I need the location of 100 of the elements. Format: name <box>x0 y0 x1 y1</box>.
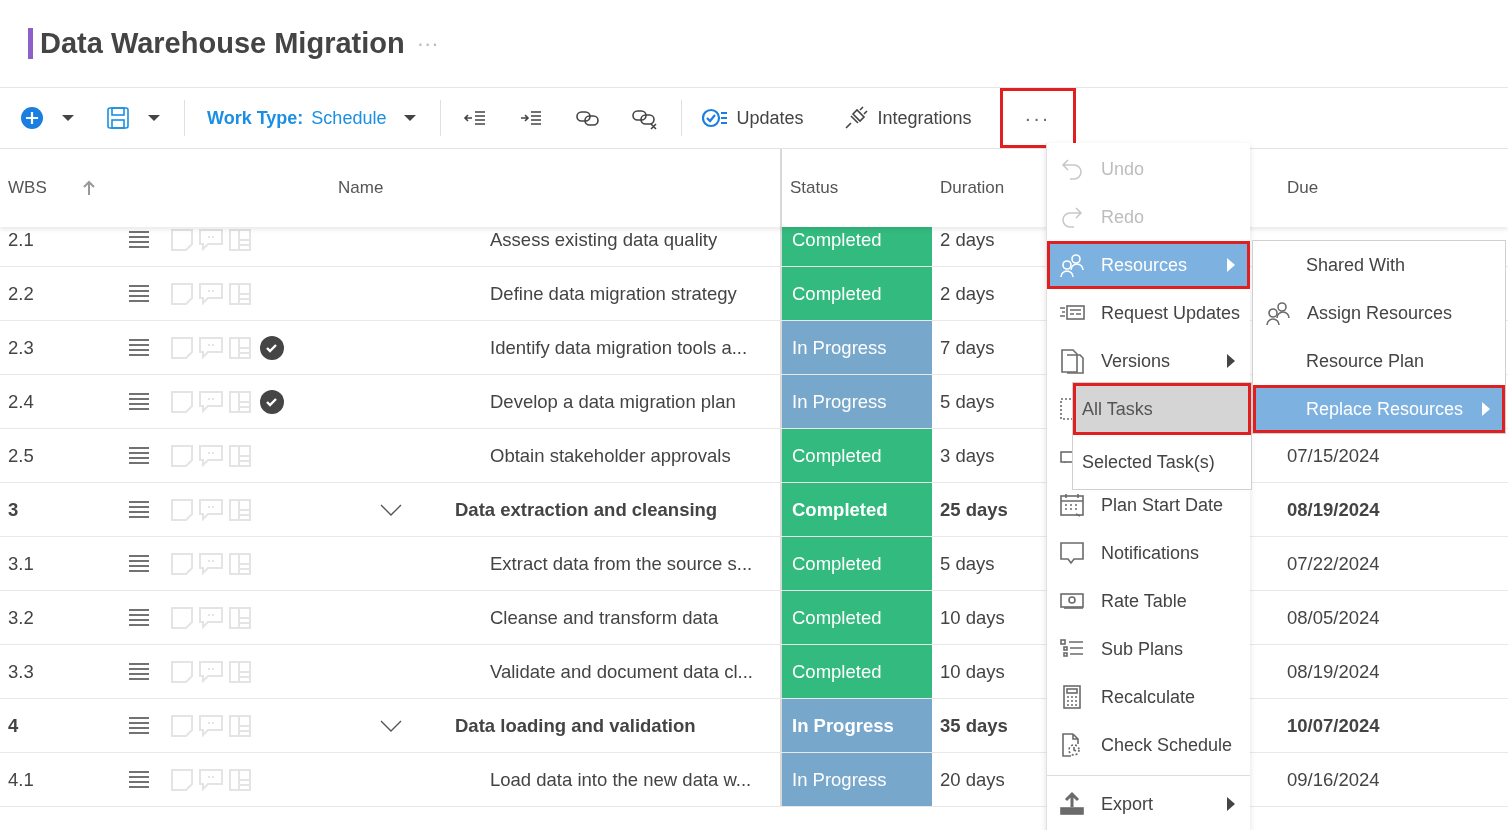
plug-icon <box>843 105 870 131</box>
note-icon <box>170 551 194 576</box>
note-icon <box>170 497 194 522</box>
drag-handle-icon <box>128 661 150 682</box>
menu-item[interactable]: Check Schedule <box>1047 721 1250 769</box>
status-cell: Completed <box>782 267 932 320</box>
duration-text: 2 days <box>940 281 995 306</box>
menu-item[interactable]: Sub Plans <box>1047 625 1250 673</box>
duration-text: 10 days <box>940 659 1005 684</box>
layout-icon <box>228 767 252 792</box>
menu-item[interactable]: Recalculate <box>1047 673 1250 721</box>
dotted-box-icon <box>1060 398 1072 420</box>
redo-icon <box>1059 204 1085 230</box>
duration-text: 10 days <box>940 605 1005 630</box>
task-name: Assess existing data quality <box>490 227 718 252</box>
duration-text: 7 days <box>940 335 995 360</box>
wbs-number: 3 <box>8 497 19 522</box>
status-cell: In Progress <box>782 375 932 428</box>
speech-bubble-icon <box>1059 540 1085 566</box>
note-icon <box>170 281 194 306</box>
menu-item[interactable]: Rate Table <box>1047 577 1250 625</box>
people-icon <box>1265 300 1291 326</box>
duration-text: 5 days <box>940 389 995 414</box>
wbs-number: 4 <box>8 713 19 738</box>
more-button[interactable]: ··· <box>999 88 1076 148</box>
comment-icon <box>198 335 224 360</box>
status-cell: Completed <box>782 429 932 482</box>
duration-text: 2 days <box>940 227 995 252</box>
drag-handle-icon <box>128 715 150 736</box>
due-date: 07/15/2024 <box>1287 443 1380 468</box>
duration-text: 5 days <box>940 551 995 576</box>
wbs-number: 2.4 <box>8 389 34 414</box>
task-name: Extract data from the source s... <box>490 551 753 576</box>
updates-button[interactable]: Updates <box>702 104 804 132</box>
wbs-number: 2.5 <box>8 443 34 468</box>
save-button[interactable] <box>106 106 130 130</box>
column-header: Due <box>1287 177 1319 200</box>
menu-item[interactable]: Versions <box>1047 337 1250 385</box>
comment-icon <box>198 497 224 522</box>
upload-icon <box>1059 791 1085 817</box>
task-name: Data extraction and cleansing <box>455 497 718 522</box>
status-cell: In Progress <box>782 321 932 374</box>
due-date: 08/19/2024 <box>1287 497 1380 522</box>
submenu-arrow-icon <box>1226 353 1236 369</box>
wbs-number: 3.2 <box>8 605 34 630</box>
task-name: Cleanse and transform data <box>490 605 719 630</box>
layout-icon <box>228 497 252 522</box>
task-name: Identify data migration tools a... <box>490 335 748 360</box>
add-button[interactable] <box>20 106 44 130</box>
note-icon <box>170 335 194 360</box>
note-icon <box>170 713 194 738</box>
note-icon <box>170 659 194 684</box>
submenu-arrow-icon <box>1226 257 1236 273</box>
task-name: Develop a data migration plan <box>490 389 736 414</box>
layout-icon <box>228 443 252 468</box>
wbs-number: 2.2 <box>8 281 34 306</box>
status-cell: Completed <box>782 645 932 698</box>
submenu-arrow-icon <box>1226 796 1236 812</box>
duration-text: 35 days <box>940 713 1008 738</box>
layout-icon <box>228 551 252 576</box>
drag-handle-icon <box>128 499 150 520</box>
status-cell: Completed <box>782 591 932 644</box>
note-icon <box>170 389 194 414</box>
comment-icon <box>198 443 224 468</box>
menu-item[interactable]: Request Updates <box>1047 289 1250 337</box>
menu-item[interactable]: Export <box>1047 780 1250 828</box>
comment-icon <box>198 605 224 630</box>
comment-icon <box>198 227 224 252</box>
save-icon <box>106 106 130 130</box>
task-name: Obtain stakeholder approvals <box>490 443 731 468</box>
submenu-item[interactable]: All Tasks <box>1073 383 1251 435</box>
drag-handle-icon <box>128 553 150 574</box>
layout-icon <box>228 659 252 684</box>
due-date: 09/16/2024 <box>1287 767 1380 792</box>
column-header: WBS <box>8 177 47 200</box>
comment-icon <box>198 767 224 792</box>
status-cell: In Progress <box>782 699 932 752</box>
calendar-icon <box>1059 492 1085 518</box>
checklist-icon <box>702 107 729 129</box>
column-header: Duration <box>940 177 1005 200</box>
page-title: Data Warehouse Migration <box>28 27 405 60</box>
layout-icon <box>228 335 252 360</box>
status-cell: Completed <box>782 537 932 590</box>
due-date: 10/07/2024 <box>1287 713 1380 738</box>
column-header: Status <box>790 177 839 200</box>
drag-handle-icon <box>128 391 150 412</box>
plus-icon <box>20 106 44 130</box>
due-date: 08/05/2024 <box>1287 605 1380 630</box>
status-cell: In Progress <box>782 753 932 806</box>
task-name: Load data into the new data w... <box>490 767 752 792</box>
duration-text: 20 days <box>940 767 1005 792</box>
integrations-button[interactable]: Integrations <box>843 104 972 132</box>
menu-item[interactable]: Notifications <box>1047 529 1250 577</box>
wbs-number: 2.3 <box>8 335 34 360</box>
task-name: Data loading and validation <box>455 713 696 738</box>
comment-icon <box>198 389 224 414</box>
comment-icon <box>198 281 224 306</box>
drag-handle-icon <box>128 283 150 304</box>
drag-handle-icon <box>128 337 150 358</box>
note-icon <box>170 767 194 792</box>
